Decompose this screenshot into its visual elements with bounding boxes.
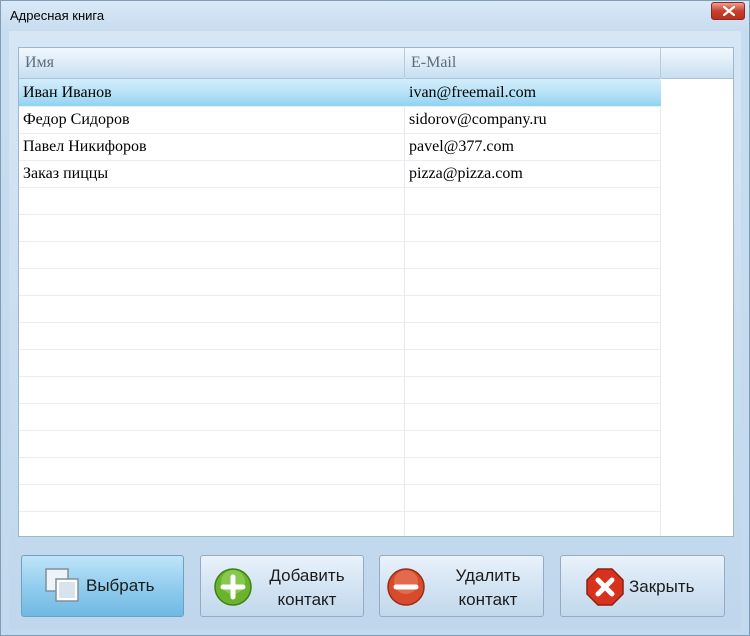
close-button[interactable]: Закрыть bbox=[560, 555, 725, 617]
empty-row[interactable] bbox=[19, 511, 661, 536]
window-close-button[interactable] bbox=[711, 2, 745, 20]
add-contact-label-line1: Добавить bbox=[269, 566, 345, 585]
table-row[interactable]: Федор Сидоров sidorov@company.ru bbox=[19, 106, 661, 134]
empty-row[interactable] bbox=[19, 484, 661, 512]
empty-row[interactable] bbox=[19, 295, 661, 323]
address-book-window: Адресная книга Имя E-Mail Иван Иванов iva… bbox=[0, 0, 750, 636]
delete-contact-label-line2: контакт bbox=[458, 590, 518, 609]
cell-email[interactable]: pavel@377.com bbox=[405, 133, 660, 160]
cell-email[interactable]: ivan@freemail.com bbox=[405, 79, 660, 106]
add-contact-button[interactable]: Добавить контакт bbox=[200, 555, 364, 617]
empty-row[interactable] bbox=[19, 403, 661, 431]
title-bar[interactable]: Адресная книга bbox=[1, 1, 749, 31]
client-area: Имя E-Mail Иван Иванов ivan@freemail.com Ф… bbox=[9, 31, 741, 629]
empty-row[interactable] bbox=[19, 214, 661, 242]
table-row[interactable]: Иван Иванов ivan@freemail.com bbox=[19, 79, 661, 107]
close-icon bbox=[586, 568, 624, 606]
cell-name[interactable]: Федор Сидоров bbox=[19, 106, 404, 133]
cell-name[interactable]: Заказ пиццы bbox=[19, 160, 404, 187]
delete-icon bbox=[387, 568, 425, 606]
cell-name[interactable]: Павел Никифоров bbox=[19, 133, 404, 160]
empty-row[interactable] bbox=[19, 349, 661, 377]
empty-row[interactable] bbox=[19, 268, 661, 296]
empty-row[interactable] bbox=[19, 187, 661, 215]
close-x-icon bbox=[723, 6, 735, 16]
add-contact-label-line2: контакт bbox=[277, 590, 337, 609]
empty-row[interactable] bbox=[19, 457, 661, 485]
delete-contact-label-line1: Удалить bbox=[455, 566, 521, 585]
column-header-email[interactable]: E-Mail bbox=[405, 48, 661, 78]
table-row[interactable]: Павел Никифоров pavel@377.com bbox=[19, 133, 661, 161]
delete-contact-button[interactable]: Удалить контакт bbox=[379, 555, 544, 617]
table-row[interactable]: Заказ пиццы pizza@pizza.com bbox=[19, 160, 661, 188]
grid-header: Имя E-Mail bbox=[19, 48, 733, 79]
cell-email[interactable]: sidorov@company.ru bbox=[405, 106, 660, 133]
empty-row[interactable] bbox=[19, 376, 661, 404]
add-icon bbox=[214, 568, 252, 606]
column-header-name[interactable]: Имя bbox=[19, 48, 405, 78]
select-button-label: Выбрать bbox=[86, 576, 155, 595]
empty-row[interactable] bbox=[19, 322, 661, 350]
empty-row[interactable] bbox=[19, 430, 661, 458]
select-icon bbox=[45, 568, 79, 602]
close-button-label: Закрыть bbox=[629, 577, 695, 596]
window-title: Адресная книга bbox=[10, 8, 105, 23]
cell-name[interactable]: Иван Иванов bbox=[19, 79, 404, 106]
select-button[interactable]: Выбрать bbox=[21, 555, 184, 617]
contacts-grid[interactable]: Имя E-Mail Иван Иванов ivan@freemail.com Ф… bbox=[18, 47, 734, 537]
cell-email[interactable]: pizza@pizza.com bbox=[405, 160, 660, 187]
empty-row[interactable] bbox=[19, 241, 661, 269]
